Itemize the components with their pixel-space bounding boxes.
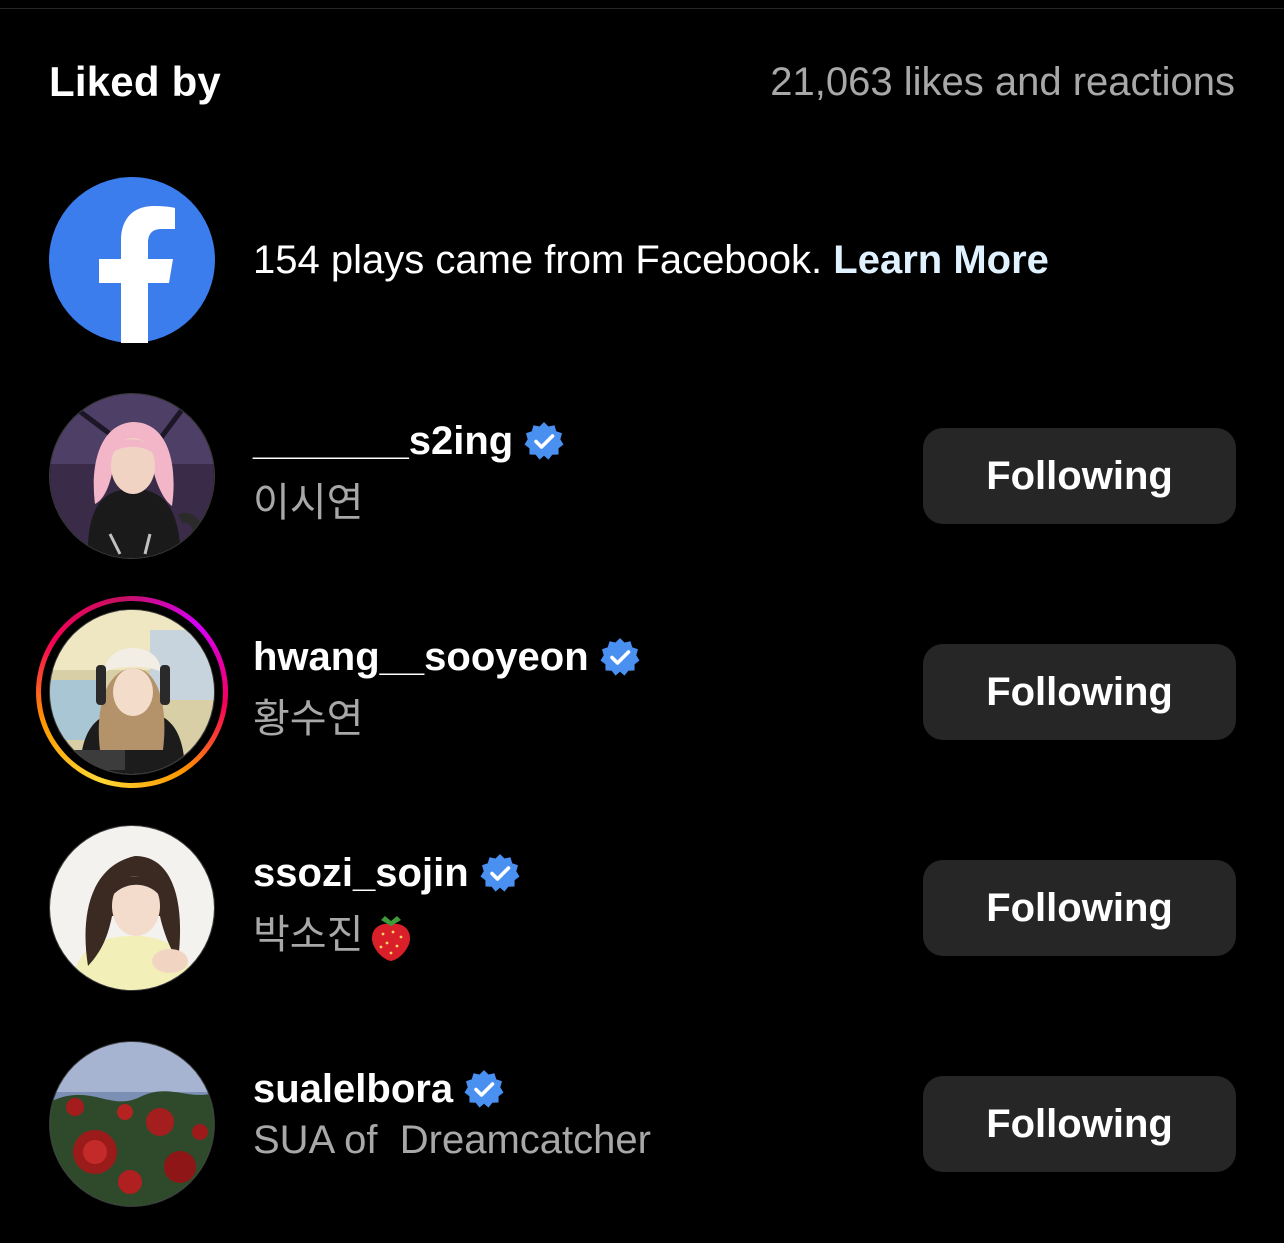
following-button[interactable]: Following [923, 860, 1236, 956]
facebook-notice: 154 plays came from Facebook. Learn More [49, 176, 1049, 344]
username-line: _______s2ing [253, 414, 565, 468]
verified-badge-icon [464, 1070, 504, 1108]
full-name: 이시연 [253, 481, 364, 525]
verified-badge-icon [480, 854, 520, 892]
page-title: Liked by [49, 58, 221, 105]
username[interactable]: _______s2ing [253, 419, 513, 464]
facebook-notice-message: 154 plays came from Facebook. [253, 237, 834, 282]
user-text: ssozi_sojin 박소진 [253, 846, 521, 962]
following-button[interactable]: Following [923, 1076, 1236, 1172]
user-text: hwang__sooyeon 황수연 [253, 630, 641, 744]
liked-by-screen: Liked by 21,063 likes and reactions 154 … [0, 0, 1284, 1243]
facebook-notice-text: 154 plays came from Facebook. Learn More [253, 238, 1049, 283]
username-line: sualelbora [253, 1062, 651, 1116]
list-item[interactable]: sualelbora SUA of Dreamcatcher Following [0, 1034, 1284, 1214]
verified-badge-icon [524, 422, 564, 460]
user-text: _______s2ing 이시연 [253, 414, 565, 528]
full-name: 박소진 [253, 902, 521, 962]
username-line: hwang__sooyeon [253, 630, 641, 684]
list-item[interactable]: hwang__sooyeon 황수연 Following [0, 596, 1284, 788]
following-button[interactable]: Following [923, 644, 1236, 740]
avatar-beanie [50, 610, 214, 774]
list-item[interactable]: _______s2ing 이시연 Following [0, 386, 1284, 566]
story-ring-gap [41, 601, 223, 783]
avatar[interactable] [49, 609, 215, 775]
story-ring[interactable] [36, 596, 228, 788]
username[interactable]: hwang__sooyeon [253, 635, 589, 680]
following-button[interactable]: Following [923, 428, 1236, 524]
full-name: SUA of Dreamcatcher [253, 1118, 651, 1162]
user-text: sualelbora SUA of Dreamcatcher [253, 1062, 651, 1163]
avatar[interactable] [49, 393, 215, 559]
avatar[interactable] [49, 825, 215, 991]
learn-more-link[interactable]: Learn More [833, 238, 1049, 282]
top-divider [0, 0, 1284, 9]
likes-count: 21,063 likes and reactions [770, 59, 1235, 104]
avatar-pink-hair [50, 394, 214, 558]
list-item[interactable]: ssozi_sojin 박소진 Following [0, 818, 1284, 998]
username-line: ssozi_sojin [253, 846, 521, 900]
avatar[interactable] [49, 1041, 215, 1207]
header: Liked by 21,063 likes and reactions [49, 52, 1235, 112]
verified-badge-icon [600, 638, 640, 676]
username[interactable]: sualelbora [253, 1067, 453, 1112]
full-name-text: 박소진 [253, 913, 364, 957]
avatar-portrait [50, 826, 214, 990]
username[interactable]: ssozi_sojin [253, 851, 469, 896]
facebook-logo-icon [49, 177, 215, 343]
full-name: 황수연 [253, 697, 364, 741]
strawberry-icon [372, 916, 411, 962]
avatar-roses [50, 1042, 214, 1206]
